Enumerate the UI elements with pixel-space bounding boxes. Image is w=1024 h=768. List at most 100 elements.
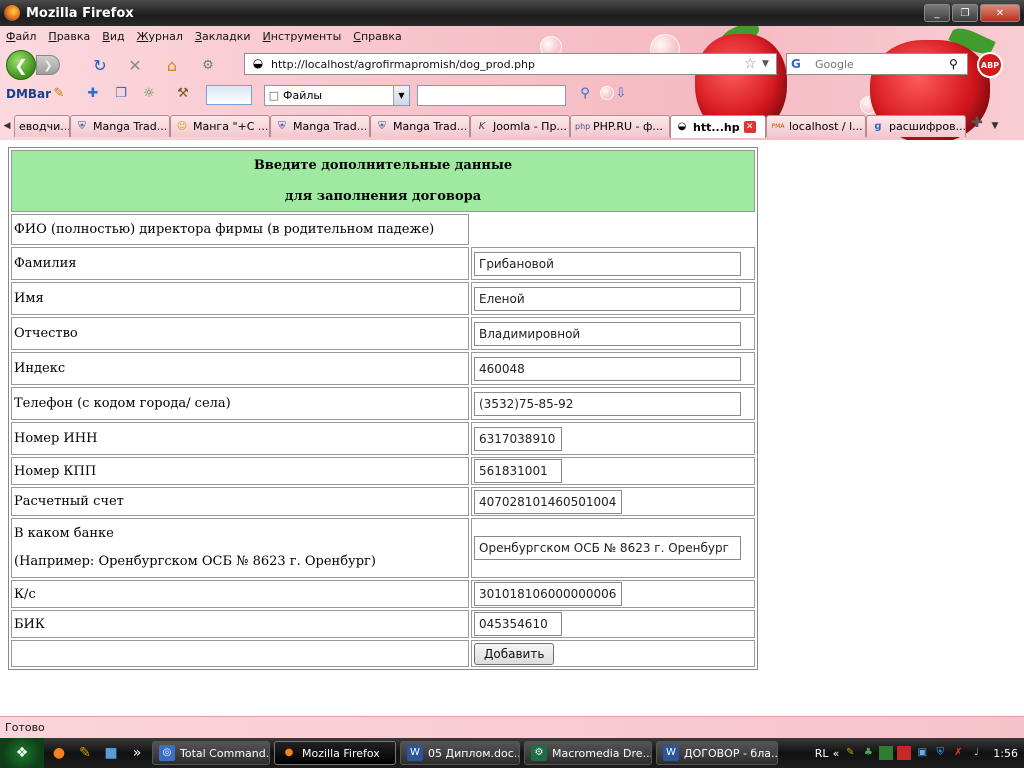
word-icon: W	[407, 745, 423, 761]
quicklaunch-icon[interactable]: ✎	[74, 742, 96, 764]
tab[interactable]: K Joomla - Пр...	[470, 115, 570, 137]
google-icon: g	[874, 120, 882, 132]
tab-label: Joomla - Пр...	[493, 120, 567, 133]
menu-help[interactable]: Справка	[347, 28, 407, 46]
taskbar-item[interactable]: W ДОГОВОР - бла...	[656, 741, 778, 765]
quicklaunch-icon[interactable]: ■	[100, 742, 122, 764]
tab-label: localhost / l...	[789, 120, 863, 133]
tray-expand-icon[interactable]: «	[833, 747, 840, 760]
search-input[interactable]	[815, 57, 949, 71]
search-bar[interactable]: G ⚲	[786, 53, 968, 75]
reload-icon[interactable]: ↻	[90, 55, 110, 75]
dmbar-menu-icon[interactable]: ✎	[50, 86, 68, 104]
antivirus-icon[interactable]: ✗	[951, 746, 965, 760]
home-icon[interactable]: ⌂	[162, 55, 182, 75]
inn-label: Номер ИНН	[11, 422, 469, 455]
back-arrow-icon: ❮	[14, 55, 28, 75]
network-icon[interactable]: ▣	[915, 746, 929, 760]
menu-bookmarks[interactable]: Закладки	[189, 28, 257, 46]
dmbar-logo[interactable]: DMBar	[6, 87, 51, 101]
quicklaunch-more-icon[interactable]: »	[126, 742, 148, 764]
account-input[interactable]	[474, 489, 622, 514]
taskbar-item-active[interactable]: ● Mozilla Firefox	[274, 741, 396, 765]
windows-taskbar: ❖ ● ✎ ■ » ◎ Total Command... ● Mozilla F…	[0, 738, 1024, 768]
menu-file[interactable]: Файл	[0, 28, 42, 46]
find-icon[interactable]: ⚲	[576, 86, 594, 104]
tools-icon[interactable]: ⚒	[174, 86, 192, 104]
kpp-input[interactable]	[474, 459, 562, 483]
maximize-button[interactable]: ❐	[952, 4, 978, 22]
toolbar-text-input[interactable]	[417, 85, 566, 106]
stop-icon[interactable]: ✕	[125, 55, 145, 75]
start-button[interactable]: ❖	[0, 738, 44, 768]
bank-hint: (Например: Оренбургском ОСБ № 8623 г. Ор…	[14, 554, 376, 569]
tab-label: Manga Trad...	[93, 120, 168, 133]
menu-tools[interactable]: Инструменты	[257, 28, 348, 46]
postal-index-input[interactable]	[474, 356, 741, 381]
dmbar-field[interactable]	[206, 85, 252, 105]
minimize-button[interactable]: _	[924, 4, 950, 22]
tab-scroll-left-icon[interactable]: ◀	[0, 115, 14, 137]
taskbar-item[interactable]: ◎ Total Command...	[152, 741, 270, 765]
tab[interactable]: php PHP.RU - ф...	[570, 115, 670, 137]
chevron-down-icon[interactable]: ▼	[393, 86, 409, 105]
download-icon[interactable]: ⇩	[612, 86, 630, 104]
surname-input[interactable]	[474, 251, 741, 276]
taskbar-item[interactable]: ⚙ Macromedia Dre...	[524, 741, 652, 765]
tab-active[interactable]: ◒ htt...hp ✕	[670, 115, 766, 138]
language-indicator[interactable]: RL	[815, 747, 829, 760]
close-tab-icon[interactable]: ✕	[743, 121, 756, 133]
patronymic-input[interactable]	[474, 321, 741, 346]
bik-input[interactable]	[474, 612, 562, 636]
close-window-button[interactable]: ✕	[980, 4, 1020, 22]
total-commander-icon: ◎	[159, 745, 175, 761]
tray-pen-icon[interactable]: ✎	[843, 746, 857, 760]
tray-app-icon[interactable]: ♣	[861, 746, 875, 760]
bank-input[interactable]	[474, 536, 741, 560]
menu-history[interactable]: Журнал	[131, 28, 189, 46]
files-select[interactable]: □ Файлы ▼	[264, 85, 410, 106]
corr-account-input[interactable]	[474, 582, 622, 606]
tab[interactable]: ⛨ Manga Trad...	[70, 115, 170, 137]
tray-red-icon[interactable]	[897, 746, 912, 760]
account-label: Расчетный счет	[11, 487, 469, 516]
url-dropdown-icon[interactable]: ▼	[762, 59, 776, 69]
addon-icon[interactable]: ⚙	[198, 55, 218, 75]
shield-icon[interactable]: ⛨	[933, 746, 947, 760]
copy-icon[interactable]: ❐	[112, 86, 130, 104]
name-input[interactable]	[474, 286, 741, 311]
google-engine-icon[interactable]: G	[787, 57, 815, 71]
forward-arrow-icon: ❯	[43, 58, 53, 72]
tab[interactable]: ⛨ Manga Trad...	[270, 115, 370, 137]
new-tab-icon[interactable]: ✚	[966, 115, 988, 137]
menu-edit[interactable]: Правка	[42, 28, 96, 46]
tab[interactable]: PMA localhost / l...	[766, 115, 866, 137]
bookmark-star-icon[interactable]: ☆	[744, 56, 762, 72]
tray-green-icon[interactable]	[879, 746, 894, 760]
inn-input[interactable]	[474, 426, 562, 451]
tab[interactable]: g расшифров...	[866, 115, 966, 137]
add-button[interactable]: Добавить	[474, 642, 555, 665]
url-text[interactable]: http://localhost/agrofirmapromish/dog_pr…	[271, 58, 744, 71]
tab[interactable]: ☺ Манга "+С ...	[170, 115, 270, 137]
word-icon: W	[663, 745, 679, 761]
search-icon[interactable]: ⚲	[949, 57, 967, 71]
forward-button[interactable]: ❯	[36, 55, 60, 75]
adblock-plus-icon[interactable]: ABP	[977, 52, 1003, 78]
back-button[interactable]: ❮	[6, 50, 36, 80]
add-icon[interactable]: ✚	[84, 86, 102, 104]
clock[interactable]: 1:56	[993, 747, 1018, 760]
menu-view[interactable]: Вид	[96, 28, 130, 46]
tab-list-icon[interactable]: ▼	[988, 115, 1002, 137]
taskbar-item[interactable]: W 05 Диплом.doc...	[400, 741, 520, 765]
volume-icon[interactable]: ♩	[969, 746, 983, 760]
firefox-quicklaunch-icon[interactable]: ●	[48, 742, 70, 764]
phone-input[interactable]	[474, 391, 741, 416]
tab[interactable]: ⛨ Manga Trad...	[370, 115, 470, 137]
url-bar[interactable]: ◒ http://localhost/agrofirmapromish/dog_…	[244, 53, 777, 75]
tab-label: еводчи...	[19, 120, 70, 133]
bik-label: БИК	[11, 610, 469, 638]
globe-icon[interactable]: ☼	[140, 86, 158, 104]
tab[interactable]: еводчи...	[14, 115, 70, 137]
postal-index-label: Индекс	[11, 352, 469, 385]
